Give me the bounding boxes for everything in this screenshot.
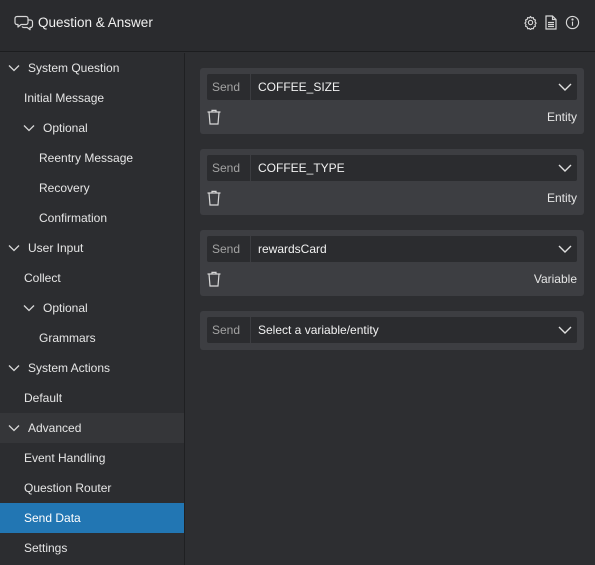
chevron-down-icon[interactable] bbox=[553, 317, 577, 343]
sidebar-section-system-question[interactable]: System Question bbox=[0, 53, 184, 83]
chevron-down-icon[interactable] bbox=[553, 74, 577, 100]
sidebar-item-label: Send Data bbox=[24, 511, 81, 525]
sidebar-item-collect[interactable]: Collect bbox=[0, 263, 184, 293]
send-select-row[interactable]: Send COFFEE_TYPE bbox=[207, 155, 577, 181]
send-label: Send bbox=[207, 236, 251, 262]
chevron-down-icon bbox=[7, 61, 21, 75]
sidebar-item-label: System Question bbox=[28, 61, 120, 75]
send-select-row[interactable]: Send rewardsCard bbox=[207, 236, 577, 262]
sidebar-item-label: Collect bbox=[24, 271, 61, 285]
sidebar-item-event-handling[interactable]: Event Handling bbox=[0, 443, 184, 473]
sidebar-item-label: Confirmation bbox=[39, 211, 108, 225]
select-value[interactable]: COFFEE_SIZE bbox=[251, 80, 553, 94]
sidebar-item-label: Default bbox=[24, 391, 63, 405]
send-data-card: Send rewardsCard Variable bbox=[200, 230, 584, 296]
chevron-down-icon bbox=[7, 241, 21, 255]
trash-icon[interactable] bbox=[207, 271, 221, 287]
type-label: Entity bbox=[546, 110, 577, 124]
sidebar-item-label: Optional bbox=[43, 121, 88, 135]
chevron-down-icon bbox=[22, 301, 36, 315]
sidebar-section-system-actions[interactable]: System Actions bbox=[0, 353, 184, 383]
send-select-row[interactable]: Send COFFEE_SIZE bbox=[207, 74, 577, 100]
sidebar: System Question Initial Message Optional… bbox=[0, 53, 185, 565]
trash-icon[interactable] bbox=[207, 190, 221, 206]
sidebar-item-label: Optional bbox=[43, 301, 88, 315]
gear-icon[interactable] bbox=[522, 14, 538, 30]
sidebar-item-send-data[interactable]: Send Data bbox=[0, 503, 184, 533]
sidebar-item-label: Event Handling bbox=[24, 451, 106, 465]
send-data-card: Send COFFEE_SIZE Entity bbox=[200, 68, 584, 134]
sidebar-group-optional[interactable]: Optional bbox=[0, 113, 184, 143]
sidebar-item-label: Question Router bbox=[24, 481, 112, 495]
sidebar-item-label: Recovery bbox=[39, 181, 90, 195]
send-data-card: Send COFFEE_TYPE Entity bbox=[200, 149, 584, 215]
sidebar-item-confirmation[interactable]: Confirmation bbox=[0, 203, 184, 233]
send-select-row[interactable]: Send Select a variable/entity bbox=[207, 317, 577, 343]
title-area: Question & Answer bbox=[14, 14, 153, 31]
header-actions bbox=[517, 14, 580, 30]
sidebar-item-label: Settings bbox=[24, 541, 68, 555]
type-label: Entity bbox=[546, 191, 577, 205]
main-content: Send COFFEE_SIZE Entity Send COFFEE_TYPE bbox=[185, 53, 595, 565]
sidebar-item-label: Advanced bbox=[28, 421, 82, 435]
sidebar-item-grammars[interactable]: Grammars bbox=[0, 323, 184, 353]
sidebar-item-settings[interactable]: Settings bbox=[0, 533, 184, 563]
send-label: Send bbox=[207, 155, 251, 181]
header: Question & Answer bbox=[0, 0, 595, 52]
sidebar-item-reentry-message[interactable]: Reentry Message bbox=[0, 143, 184, 173]
send-label: Send bbox=[207, 317, 251, 343]
sidebar-section-advanced[interactable]: Advanced bbox=[0, 413, 184, 443]
select-value[interactable]: COFFEE_TYPE bbox=[251, 161, 553, 175]
chevron-down-icon bbox=[22, 121, 36, 135]
chevron-down-icon bbox=[7, 421, 21, 435]
send-label: Send bbox=[207, 74, 251, 100]
document-icon[interactable] bbox=[543, 14, 559, 30]
sidebar-item-label: System Actions bbox=[28, 361, 111, 375]
send-data-card-new: Send Select a variable/entity bbox=[200, 311, 584, 350]
sidebar-section-user-input[interactable]: User Input bbox=[0, 233, 184, 263]
info-icon[interactable] bbox=[564, 14, 580, 30]
sidebar-item-label: Grammars bbox=[39, 331, 96, 345]
sidebar-item-label: Reentry Message bbox=[39, 151, 134, 165]
page-title: Question & Answer bbox=[38, 15, 153, 30]
sidebar-item-recovery[interactable]: Recovery bbox=[0, 173, 184, 203]
sidebar-item-label: User Input bbox=[28, 241, 84, 255]
sidebar-item-question-router[interactable]: Question Router bbox=[0, 473, 184, 503]
chevron-down-icon bbox=[7, 361, 21, 375]
trash-icon[interactable] bbox=[207, 109, 221, 125]
sidebar-item-initial-message[interactable]: Initial Message bbox=[0, 83, 184, 113]
sidebar-item-default[interactable]: Default bbox=[0, 383, 184, 413]
sidebar-item-label: Initial Message bbox=[24, 91, 105, 105]
select-value[interactable]: rewardsCard bbox=[251, 242, 553, 256]
type-label: Variable bbox=[533, 272, 577, 286]
chevron-down-icon[interactable] bbox=[553, 155, 577, 181]
select-placeholder[interactable]: Select a variable/entity bbox=[251, 323, 553, 337]
sidebar-group-optional[interactable]: Optional bbox=[0, 293, 184, 323]
chat-bubbles-icon bbox=[14, 14, 34, 31]
chevron-down-icon[interactable] bbox=[553, 236, 577, 262]
